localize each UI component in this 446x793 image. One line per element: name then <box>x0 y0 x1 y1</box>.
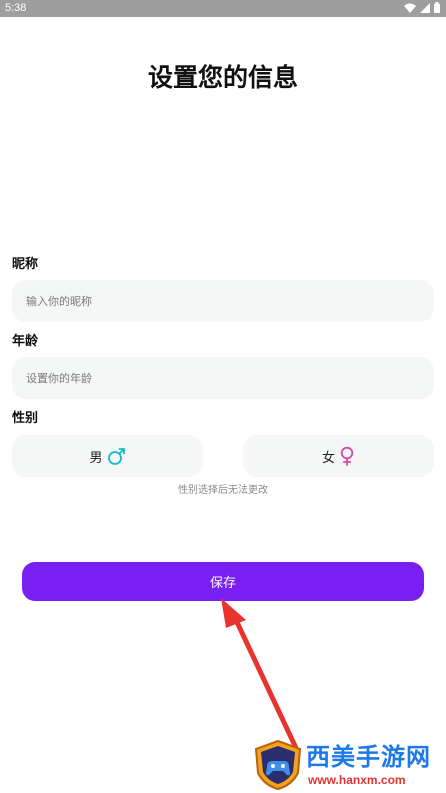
wifi-icon <box>404 3 416 13</box>
status-bar: 5:38 <box>0 0 446 17</box>
status-icons <box>404 2 440 13</box>
male-symbol-icon <box>107 447 126 466</box>
gender-male-button[interactable]: 男 <box>12 435 203 477</box>
age-label: 年龄 <box>12 334 39 349</box>
watermark-url: www.hanxm.com <box>308 773 406 787</box>
gender-female-label: 女 <box>321 450 335 466</box>
female-symbol-icon <box>339 446 355 466</box>
watermark-text: 西美手游网 <box>306 743 431 771</box>
gender-note: 性别选择后无法更改 <box>178 485 268 496</box>
nickname-label: 昵称 <box>12 257 39 272</box>
signal-icon <box>420 2 430 13</box>
watermark-logo-icon <box>254 739 302 791</box>
save-button[interactable]: 保存 <box>22 562 424 601</box>
age-field-container <box>12 357 434 399</box>
watermark: 西美手游网 www.hanxm.com <box>250 737 446 793</box>
gender-male-label: 男 <box>89 450 103 466</box>
gender-label: 性别 <box>12 411 39 426</box>
battery-icon <box>434 2 440 13</box>
age-input[interactable] <box>12 357 434 399</box>
nickname-field-container <box>12 280 434 322</box>
nickname-input[interactable] <box>12 280 434 322</box>
page-title: 设置您的信息 <box>147 63 298 92</box>
gender-female-button[interactable]: 女 <box>243 435 434 477</box>
status-time: 5:38 <box>5 2 27 14</box>
